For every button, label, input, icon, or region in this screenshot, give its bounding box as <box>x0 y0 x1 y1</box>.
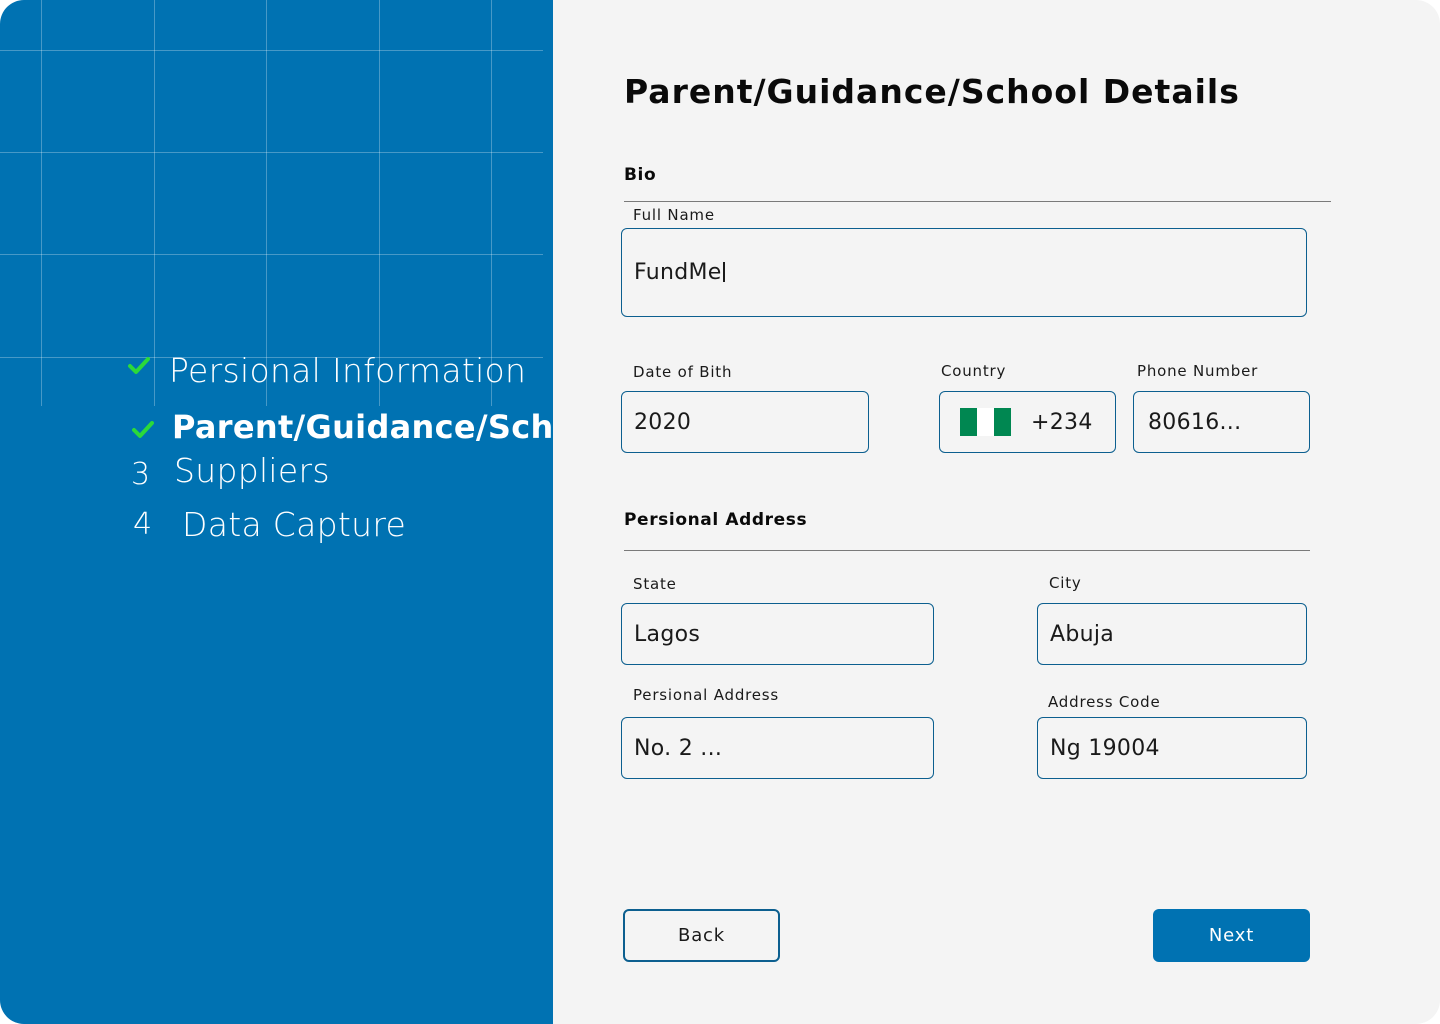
check-icon <box>132 421 154 438</box>
country-code: +234 <box>1031 409 1093 435</box>
page-title: Parent/Guidance/School Details <box>624 72 1240 111</box>
stepper-sidebar: Persional Information Parent/Guidance/Sc… <box>0 0 553 1024</box>
grid-line <box>0 152 543 153</box>
nigeria-flag-icon <box>960 408 1011 436</box>
address-code-value: Ng 19004 <box>1050 735 1160 761</box>
dob-value: 2020 <box>634 409 692 435</box>
personal-address-label: Persional Address <box>633 686 780 704</box>
back-button[interactable]: Back <box>623 909 780 962</box>
app-frame: Persional Information Parent/Guidance/Sc… <box>0 0 1440 1024</box>
next-button[interactable]: Next <box>1153 909 1310 962</box>
step-label: Persional Information <box>169 351 527 390</box>
grid-line <box>0 50 543 51</box>
state-value: Lagos <box>634 621 701 647</box>
country-label: Country <box>941 362 1007 380</box>
state-label: State <box>633 575 677 593</box>
address-code-label: Address Code <box>1048 693 1161 711</box>
step-number: 4 <box>133 507 153 542</box>
text-caret <box>722 262 725 282</box>
country-select[interactable]: +234 <box>939 391 1116 453</box>
section-divider <box>624 201 1331 202</box>
step-personal-information[interactable]: Persional Information <box>0 345 553 395</box>
city-value: Abuja <box>1050 621 1115 647</box>
step-label: Parent/Guidance/School <box>172 408 553 446</box>
full-name-input[interactable]: FundMe <box>621 228 1307 317</box>
section-divider <box>624 550 1310 551</box>
city-label: City <box>1049 574 1082 592</box>
phone-input[interactable]: 80616... <box>1133 391 1310 453</box>
section-title-bio: Bio <box>624 165 657 185</box>
step-data-capture[interactable]: 4 Data Capture <box>0 500 553 550</box>
address-code-input[interactable]: Ng 19004 <box>1037 717 1307 779</box>
check-icon <box>128 357 150 374</box>
step-number: 3 <box>131 457 151 492</box>
personal-address-value: No. 2 ... <box>634 735 723 761</box>
city-input[interactable]: Abuja <box>1037 603 1307 665</box>
full-name-label: Full Name <box>633 206 715 224</box>
state-input[interactable]: Lagos <box>621 603 934 665</box>
section-title-address: Persional Address <box>624 510 808 530</box>
phone-label: Phone Number <box>1137 362 1259 380</box>
personal-address-input[interactable]: No. 2 ... <box>621 717 934 779</box>
grid-line <box>0 254 543 255</box>
dob-input[interactable]: 2020 <box>621 391 869 453</box>
full-name-value: FundMe <box>634 260 725 285</box>
step-label: Data Capture <box>182 505 407 544</box>
step-parent-guidance-school[interactable]: Parent/Guidance/School <box>0 400 553 450</box>
dob-label: Date of Bith <box>633 363 733 381</box>
step-suppliers[interactable]: 3 Suppliers <box>0 445 553 495</box>
phone-value: 80616... <box>1148 409 1242 435</box>
step-label: Suppliers <box>174 451 330 490</box>
